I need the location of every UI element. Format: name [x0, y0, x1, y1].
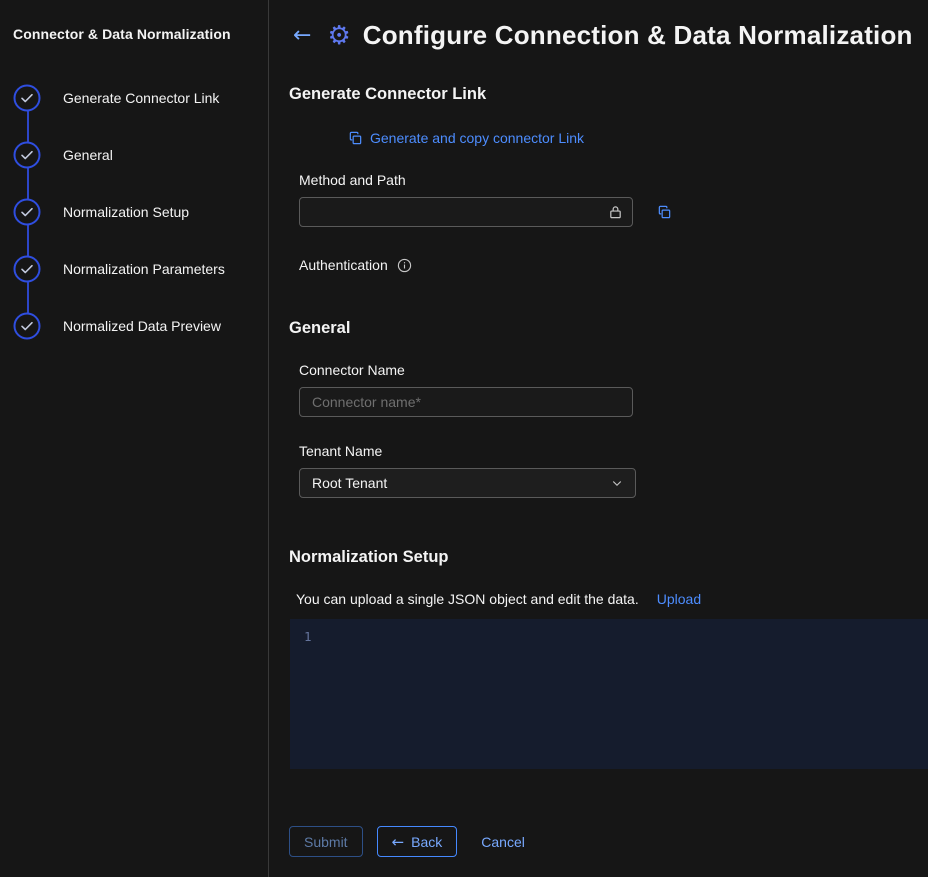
copy-method-path-button[interactable]	[655, 203, 674, 222]
step-complete-icon	[13, 255, 41, 283]
step-normalized-data-preview[interactable]: Normalized Data Preview	[13, 297, 255, 354]
upload-hint-row: You can upload a single JSON object and …	[289, 591, 928, 607]
footer-actions: Submit ← Back Cancel	[289, 826, 928, 863]
copy-icon	[657, 205, 672, 220]
upload-hint-text: You can upload a single JSON object and …	[296, 591, 639, 607]
method-path-input[interactable]	[299, 197, 633, 227]
step-complete-icon	[13, 141, 41, 169]
wizard-sidebar: Connector & Data Normalization Generate …	[0, 0, 269, 877]
back-arrow-button[interactable]: ←	[289, 23, 315, 49]
step-label: Normalization Parameters	[63, 261, 225, 277]
tenant-selected-value: Root Tenant	[312, 475, 387, 491]
upload-link[interactable]: Upload	[657, 591, 701, 607]
method-path-row	[299, 197, 928, 227]
submit-button[interactable]: Submit	[289, 826, 363, 857]
editor-line-number: 1	[304, 629, 312, 644]
section-heading: Normalization Setup	[289, 548, 928, 567]
step-complete-icon	[13, 84, 41, 112]
arrow-left-icon: ←	[392, 833, 405, 851]
section-normalization-setup: Normalization Setup You can upload a sin…	[289, 548, 928, 769]
connector-name-input[interactable]	[299, 387, 633, 417]
gear-icon: ⚙	[327, 23, 350, 49]
step-label: Generate Connector Link	[63, 90, 219, 106]
step-label: Normalized Data Preview	[63, 318, 221, 334]
step-label: General	[63, 147, 113, 163]
generate-copy-link-button[interactable]: Generate and copy connector Link	[299, 130, 633, 146]
authentication-label: Authentication	[299, 257, 388, 273]
step-complete-icon	[13, 198, 41, 226]
step-label: Normalization Setup	[63, 204, 189, 220]
section-generate-connector-link: Generate Connector Link Generate and cop…	[289, 85, 928, 273]
method-path-label: Method and Path	[299, 172, 928, 188]
section-heading: General	[289, 319, 928, 338]
section-heading: Generate Connector Link	[289, 85, 928, 104]
info-icon[interactable]	[397, 258, 412, 273]
tenant-name-label: Tenant Name	[299, 443, 928, 459]
cancel-button[interactable]: Cancel	[481, 834, 525, 850]
step-general[interactable]: General	[13, 126, 255, 183]
lock-icon	[608, 205, 623, 220]
page-header: ← ⚙ Configure Connection & Data Normaliz…	[289, 20, 928, 51]
page-title: Configure Connection & Data Normalizatio…	[363, 20, 913, 51]
back-button[interactable]: ← Back	[377, 826, 458, 857]
main-content: ← ⚙ Configure Connection & Data Normaliz…	[269, 0, 928, 877]
section-general: General Connector Name Tenant Name Root …	[289, 319, 928, 498]
step-generate-connector-link[interactable]: Generate Connector Link	[13, 69, 255, 126]
connector-name-label: Connector Name	[299, 362, 928, 378]
chevron-down-icon	[611, 477, 623, 489]
step-complete-icon	[13, 312, 41, 340]
back-button-label: Back	[411, 834, 442, 850]
generate-copy-link-label: Generate and copy connector Link	[370, 130, 584, 146]
wizard-stepper: Generate Connector Link General Normaliz…	[13, 69, 255, 354]
authentication-row: Authentication	[299, 257, 928, 273]
step-normalization-setup[interactable]: Normalization Setup	[13, 183, 255, 240]
sidebar-title: Connector & Data Normalization	[13, 26, 255, 42]
json-code-editor[interactable]: 1	[290, 619, 928, 769]
tenant-name-select[interactable]: Root Tenant	[299, 468, 636, 498]
step-normalization-parameters[interactable]: Normalization Parameters	[13, 240, 255, 297]
copy-icon	[348, 131, 363, 146]
